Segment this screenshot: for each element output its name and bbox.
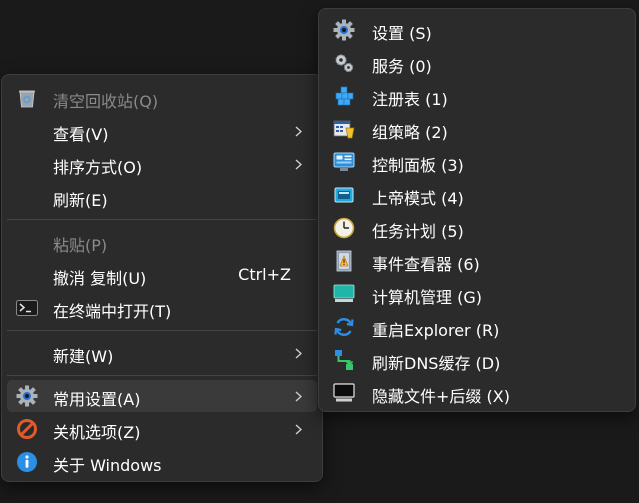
chevron-right-icon [293,153,303,175]
menu-item-label: 关于 Windows [53,456,162,475]
menu-item-label: 刷新(E) [53,191,108,210]
menu-item-label: 服务 (0) [372,57,432,76]
menu-separator [7,330,317,331]
menu-separator [7,375,317,376]
menu-item-label: 查看(V) [53,125,109,144]
submenu-item-task-scheduler[interactable]: 任务计划 (5) [324,212,630,244]
menu-separator [7,219,317,220]
menu-item-label: 撤消 复制(U) [53,269,147,288]
menu-item-common-settings[interactable]: 常用设置(A) [7,380,317,412]
god-mode-icon [332,184,356,206]
submenu-item-restart-explorer[interactable]: 重启Explorer (R) [324,311,630,343]
monitor-icon [332,382,356,404]
menu-item-view[interactable]: 查看(V) [7,115,317,147]
dns-icon [332,349,356,371]
terminal-icon [15,297,39,319]
menu-item-undo-copy[interactable]: 撤消 复制(U) Ctrl+Z [7,259,317,291]
submenu-item-computer-management[interactable]: 计算机管理 (G) [324,278,630,310]
menu-item-open-in-terminal[interactable]: 在终端中打开(T) [7,292,317,324]
submenu-item-registry[interactable]: 注册表 (1) [324,80,630,112]
clock-icon [332,217,356,239]
menu-item-label: 常用设置(A) [53,390,141,409]
submenu-item-hidden-files-extensions[interactable]: 隐藏文件+后缀 (X) [324,377,630,409]
menu-item-label: 计算机管理 (G) [372,288,482,307]
menu-item-label: 控制面板 (3) [372,156,464,175]
menu-item-label: 刷新DNS缓存 (D) [372,354,501,373]
shortcut-hint: Ctrl+Z [238,265,291,284]
menu-item-sort-by[interactable]: 排序方式(O) [7,148,317,180]
info-icon [15,451,39,473]
event-viewer-icon [332,250,356,272]
prohibited-icon [15,418,39,440]
menu-item-label: 隐藏文件+后缀 (X) [372,387,510,406]
submenu-item-control-panel[interactable]: 控制面板 (3) [324,146,630,178]
menu-item-label: 设置 (S) [372,24,432,43]
submenu-item-services[interactable]: 服务 (0) [324,47,630,79]
menu-item-label: 新建(W) [53,347,114,366]
chevron-right-icon [293,385,303,407]
services-gears-icon [332,52,356,74]
recycle-bin-icon [15,87,39,109]
refresh-icon [332,316,356,338]
computer-icon [332,283,356,305]
gear-icon [332,19,356,41]
menu-item-label: 任务计划 (5) [372,222,464,241]
submenu-item-settings[interactable]: 设置 (S) [324,14,630,46]
menu-item-label: 注册表 (1) [372,90,448,109]
submenu-item-event-viewer[interactable]: 事件查看器 (6) [324,245,630,277]
menu-item-shutdown-options[interactable]: 关机选项(Z) [7,413,317,445]
menu-item-label: 清空回收站(Q) [53,92,159,111]
control-panel-icon [332,151,356,173]
chevron-right-icon [293,342,303,364]
registry-icon [332,85,356,107]
menu-item-label: 组策略 (2) [372,123,448,142]
menu-item-about-windows[interactable]: 关于 Windows [7,446,317,478]
menu-item-empty-recycle-bin: 清空回收站(Q) [7,82,317,114]
menu-item-label: 事件查看器 (6) [372,255,480,274]
menu-item-paste: 粘贴(P) [7,226,317,258]
menu-item-label: 在终端中打开(T) [53,302,172,321]
group-policy-icon [332,118,356,140]
submenu-item-god-mode[interactable]: 上帝模式 (4) [324,179,630,211]
menu-item-label: 关机选项(Z) [53,423,141,442]
gear-icon [15,385,39,407]
menu-item-label: 粘贴(P) [53,236,108,255]
menu-item-refresh[interactable]: 刷新(E) [7,181,317,213]
menu-item-label: 重启Explorer (R) [372,321,500,340]
submenu-item-flush-dns[interactable]: 刷新DNS缓存 (D) [324,344,630,376]
menu-item-label: 上帝模式 (4) [372,189,464,208]
desktop-context-menu: 清空回收站(Q) 查看(V) 排序方式(O) 刷新(E) 粘贴(P) 撤消 复制… [1,74,323,482]
chevron-right-icon [293,418,303,440]
common-settings-submenu: 设置 (S) 服务 (0) 注册表 (1) 组策略 (2) 控制面板 (3) 上… [318,8,636,412]
submenu-item-group-policy[interactable]: 组策略 (2) [324,113,630,145]
menu-item-label: 排序方式(O) [53,158,143,177]
chevron-right-icon [293,120,303,142]
menu-item-new[interactable]: 新建(W) [7,337,317,369]
